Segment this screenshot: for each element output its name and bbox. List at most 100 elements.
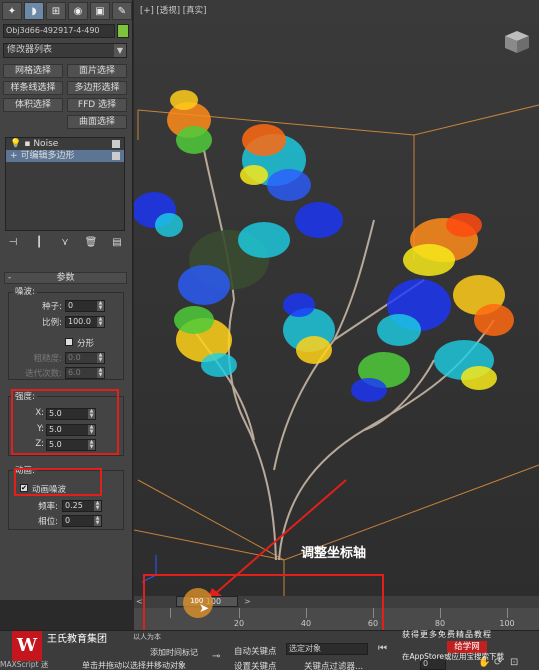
expand-icon[interactable]: ▪	[24, 138, 30, 150]
stack-item-toggle[interactable]	[112, 140, 120, 148]
iterations-label: 迭代次数:	[25, 369, 62, 379]
parameters-rollout-header[interactable]: - 参数	[4, 272, 127, 284]
make-unique-icon[interactable]: ⋎	[57, 236, 73, 250]
collapse-icon: -	[8, 273, 12, 283]
utilities-tab-icon[interactable]: ✎	[112, 2, 132, 20]
phase-value: 0	[65, 516, 71, 525]
seed-label: 种子:	[42, 302, 62, 312]
expand-icon[interactable]: +	[10, 150, 18, 162]
key-icon[interactable]: ⊸	[212, 651, 220, 662]
display-tab-icon[interactable]: ▣	[90, 2, 110, 20]
fractal-label: 分形	[77, 339, 95, 349]
rollout-title: 参数	[56, 273, 75, 283]
remove-modifier-icon[interactable]: 🗑	[83, 236, 99, 250]
phase-spinner[interactable]: 0 ▲ ▼	[62, 515, 102, 527]
autokey-button[interactable]: 自动关键点	[234, 645, 277, 657]
add-time-tag[interactable]: 添加时间标记	[150, 647, 198, 658]
highlight-timeline-box	[143, 574, 384, 635]
leaf-cluster	[377, 275, 514, 346]
highlight-strength-box	[11, 389, 119, 455]
lightbulb-icon[interactable]: 💡	[10, 138, 21, 150]
modifier-list-label: 修改器列表	[7, 45, 53, 55]
modifier-list-dropdown[interactable]: 修改器列表 ▼	[3, 43, 127, 58]
stack-item-toggle[interactable]	[112, 152, 120, 160]
annotation-text: 调整坐标轴	[301, 546, 367, 561]
leaf-cluster	[178, 202, 343, 305]
create-tab-icon[interactable]: ✦	[2, 2, 22, 20]
noise-group-title: 噪波:	[13, 285, 37, 297]
stack-item-label: 可编辑多边形	[20, 151, 75, 161]
roughness-spinner[interactable]: 0.0 ▲ ▼	[65, 352, 105, 364]
leaf-cluster	[174, 306, 237, 377]
stack-item-editable-poly[interactable]: + 可编辑多边形	[6, 150, 124, 162]
configure-sets-icon[interactable]: ▤	[109, 236, 125, 250]
pin-stack-icon[interactable]: ⊣	[5, 236, 21, 250]
slider-prev-icon[interactable]: <	[136, 597, 143, 606]
modify-tab-icon[interactable]: ◗	[24, 2, 44, 20]
patch-select-button[interactable]: 面片选择	[67, 64, 127, 78]
spinner-arrows-icon[interactable]: ▲ ▼	[97, 317, 104, 327]
roughness-value: 0.0	[68, 353, 81, 362]
fractal-checkbox[interactable]	[65, 338, 73, 346]
frequency-spinner[interactable]: 0.25 ▲ ▼	[62, 500, 102, 512]
set-key-button[interactable]: 设置关键点	[234, 660, 277, 670]
maximize-viewport-icon[interactable]: ⊡	[510, 657, 518, 668]
brand-logo: W	[12, 631, 42, 661]
scale-label: 比例:	[42, 318, 62, 328]
leaf-cluster	[167, 90, 212, 154]
scale-spinner[interactable]: 100.0 ▲ ▼	[65, 316, 105, 328]
spinner-arrows-icon[interactable]: ▲ ▼	[97, 368, 104, 378]
phase-label: 相位:	[38, 517, 58, 527]
goto-start-icon[interactable]: ⏮	[378, 643, 387, 654]
spinner-arrows-icon[interactable]: ▲ ▼	[97, 353, 104, 363]
tick-label: 80	[434, 619, 446, 628]
mesh-select-button[interactable]: 网格选择	[3, 64, 63, 78]
command-panel-tabs: ✦ ◗ ⊞ ◉ ▣ ✎	[2, 2, 132, 20]
watermark-bottom: 在AppStore或应用宝搜索下载	[402, 652, 504, 661]
surface-select-button[interactable]: 曲面选择	[67, 115, 127, 129]
watermark-top: 获得更多免费精品教程	[402, 630, 492, 639]
chevron-down-icon: ▼	[114, 44, 126, 57]
tick	[440, 608, 441, 618]
brand-name: 王氏教育集团	[47, 634, 107, 645]
leaf-cluster	[134, 192, 183, 237]
show-end-result-icon[interactable]: ┃	[31, 236, 47, 250]
modifier-buttons: 网格选择 面片选择 样条线选择 多边形选择 体积选择 FFD 选择 曲面选择	[3, 64, 127, 129]
object-color-swatch[interactable]	[117, 24, 129, 38]
tick	[507, 608, 508, 618]
viewcube-icon[interactable]	[501, 28, 531, 54]
perspective-viewport[interactable]: [+] [透视] [真实] 调整坐标轴	[134, 0, 539, 598]
tick-label: 100	[499, 619, 515, 628]
poly-select-button[interactable]: 多边形选择	[67, 81, 127, 95]
object-name-field[interactable]: Obj3d66-492917-4-490	[3, 24, 115, 38]
spline-select-button[interactable]: 样条线选择	[3, 81, 63, 95]
highlight-animate-noise-box	[14, 468, 102, 496]
seed-spinner[interactable]: 0 ▲ ▼	[65, 300, 105, 312]
brand-slogan: 以人为本	[133, 633, 161, 641]
motion-tab-icon[interactable]: ◉	[68, 2, 88, 20]
volume-select-button[interactable]: 体积选择	[3, 98, 63, 112]
scale-value: 100.0	[68, 317, 91, 326]
ffd-select-button[interactable]: FFD 选择	[67, 98, 127, 112]
seed-value: 0	[68, 301, 74, 310]
status-prompt: 单击并拖动以选择并移动对象	[82, 661, 186, 670]
command-panel: ✦ ◗ ⊞ ◉ ▣ ✎ Obj3d66-492917-4-490 修改器列表 ▼…	[0, 0, 133, 600]
frequency-label: 频率:	[38, 502, 58, 512]
scene-canvas	[134, 90, 539, 598]
frequency-value: 0.25	[65, 501, 83, 510]
spinner-arrows-icon[interactable]: ▲ ▼	[94, 501, 101, 511]
leaf-cluster	[283, 293, 335, 364]
iterations-spinner[interactable]: 6.0 ▲ ▼	[65, 367, 105, 379]
spinner-arrows-icon[interactable]: ▲ ▼	[97, 301, 104, 311]
modifier-stack: 💡 ▪ Noise + 可编辑多边形	[5, 137, 125, 231]
stack-item-noise[interactable]: 💡 ▪ Noise	[6, 138, 124, 150]
leaf-cluster	[240, 124, 311, 201]
autokey-select-dropdown[interactable]: 选定对象	[286, 643, 368, 655]
spinner-arrows-icon[interactable]: ▲ ▼	[94, 516, 101, 526]
roughness-label: 粗糙度:	[33, 354, 62, 364]
iterations-value: 6.0	[68, 368, 81, 377]
stack-item-label: Noise	[33, 139, 59, 149]
key-filters-button[interactable]: 关键点过滤器...	[304, 660, 363, 670]
leaf-cluster	[403, 213, 482, 276]
hierarchy-tab-icon[interactable]: ⊞	[46, 2, 66, 20]
